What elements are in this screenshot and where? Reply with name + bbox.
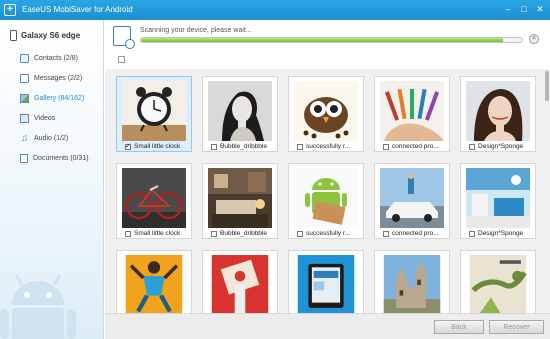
contacts-icon: [20, 53, 29, 63]
android-mascot-icon: [0, 274, 76, 339]
maximize-button[interactable]: □: [517, 3, 531, 16]
cancel-scan-icon[interactable]: ×: [529, 34, 539, 44]
photo-thumbnail: [380, 81, 444, 141]
gallery-item[interactable]: connected pro...: [374, 163, 450, 239]
item-caption: Bubble_dribbble: [220, 143, 267, 150]
photo-thumbnail: [208, 81, 272, 141]
item-checkbox[interactable]: [211, 143, 217, 150]
gallery-item[interactable]: connected pro...: [374, 76, 450, 152]
gallery-scrollbar[interactable]: [545, 71, 549, 101]
item-checkbox[interactable]: [297, 143, 303, 150]
item-checkbox[interactable]: [469, 143, 475, 150]
item-checkbox[interactable]: [469, 230, 475, 237]
messages-icon: [20, 73, 29, 83]
main-panel: Scanning your device, please wait... × S…: [105, 20, 550, 339]
photo-thumbnail: [122, 168, 186, 228]
photo-thumbnail: [294, 168, 358, 228]
item-checkbox[interactable]: [297, 230, 303, 237]
sidebar-item-label: Messages (2/2): [34, 74, 83, 82]
item-checkbox[interactable]: [383, 143, 389, 150]
photo-thumbnail: [294, 81, 358, 141]
sidebar-item-label: Audio (1/2): [34, 134, 69, 142]
action-bar: Back Recover: [105, 313, 550, 339]
device-entry[interactable]: Galaxy S6 edge: [10, 30, 80, 41]
item-checkbox[interactable]: [125, 230, 131, 237]
phone-icon: [10, 30, 17, 41]
scan-status: Scanning your device, please wait...: [140, 27, 252, 34]
device-name: Galaxy S6 edge: [21, 31, 81, 40]
sidebar-item-label: Videos: [34, 114, 56, 122]
category-list: Contacts (2/8) Messages (2/2) Gallery (8…: [20, 48, 89, 168]
sidebar-item-gallery[interactable]: Gallery (84/162): [20, 88, 89, 108]
minimize-button[interactable]: –: [501, 3, 515, 16]
gallery-area: Small little clock Bubble_dribbble succe…: [105, 69, 550, 331]
item-caption: Design*Sponge: [478, 143, 524, 150]
recover-button[interactable]: Recover: [489, 320, 544, 334]
audio-icon: ♫: [20, 132, 29, 144]
documents-icon: [20, 153, 28, 163]
sidebar-item-documents[interactable]: Documents (0/31): [20, 148, 89, 168]
scan-progress-fill: [141, 38, 503, 42]
item-caption: Bubble_dribbble: [220, 230, 267, 237]
gallery-item[interactable]: Bubble_dribbble: [202, 163, 278, 239]
sidebar-item-audio[interactable]: ♫ Audio (1/2): [20, 128, 89, 148]
gallery-item[interactable]: Design*Sponge: [460, 163, 536, 239]
videos-icon: [20, 113, 29, 123]
sidebar-item-messages[interactable]: Messages (2/2): [20, 68, 89, 88]
gallery-icon: [20, 93, 29, 103]
gallery-item[interactable]: successfully r...: [288, 76, 364, 152]
sidebar: Galaxy S6 edge Contacts (2/8) Messages (…: [0, 20, 104, 339]
select-all-checkbox[interactable]: [118, 56, 125, 63]
sidebar-item-label: Documents (0/31): [33, 154, 89, 162]
app-logo-icon: +: [4, 4, 16, 16]
item-caption: connected pro...: [392, 143, 439, 150]
title-bar: + EaseUS MobiSaver for Android – □ ✕: [0, 0, 550, 20]
gallery-grid: Small little clock Bubble_dribbble succe…: [116, 76, 536, 326]
photo-thumbnail: [122, 81, 186, 141]
item-caption: Small little clock: [134, 230, 181, 237]
gallery-item[interactable]: Small little clock: [116, 76, 192, 152]
gallery-item[interactable]: successfully r...: [288, 163, 364, 239]
item-caption: Small little clock: [134, 143, 181, 150]
back-button[interactable]: Back: [434, 320, 484, 334]
item-checkbox[interactable]: [383, 230, 389, 237]
item-checkbox[interactable]: [211, 230, 217, 237]
window-title: EaseUS MobiSaver for Android: [22, 5, 133, 14]
gallery-item[interactable]: Bubble_dribbble: [202, 76, 278, 152]
item-caption: Design*Sponge: [478, 230, 524, 237]
item-caption: successfully r...: [306, 230, 351, 237]
item-checkbox[interactable]: [125, 142, 131, 150]
photo-thumbnail: [466, 81, 530, 141]
scan-device-icon: [113, 26, 135, 49]
item-caption: connected pro...: [392, 230, 439, 237]
gallery-item[interactable]: Design*Sponge: [460, 76, 536, 152]
photo-thumbnail: [466, 168, 530, 228]
item-caption: successfully r...: [306, 143, 351, 150]
sidebar-item-label: Gallery (84/162): [34, 94, 85, 102]
photo-thumbnail: [208, 168, 272, 228]
sidebar-item-label: Contacts (2/8): [34, 54, 78, 62]
sidebar-item-videos[interactable]: Videos: [20, 108, 89, 128]
scan-progress-bar: [140, 37, 523, 43]
gallery-item[interactable]: Small little clock: [116, 163, 192, 239]
photo-thumbnail: [380, 168, 444, 228]
sidebar-item-contacts[interactable]: Contacts (2/8): [20, 48, 89, 68]
close-button[interactable]: ✕: [533, 3, 547, 16]
